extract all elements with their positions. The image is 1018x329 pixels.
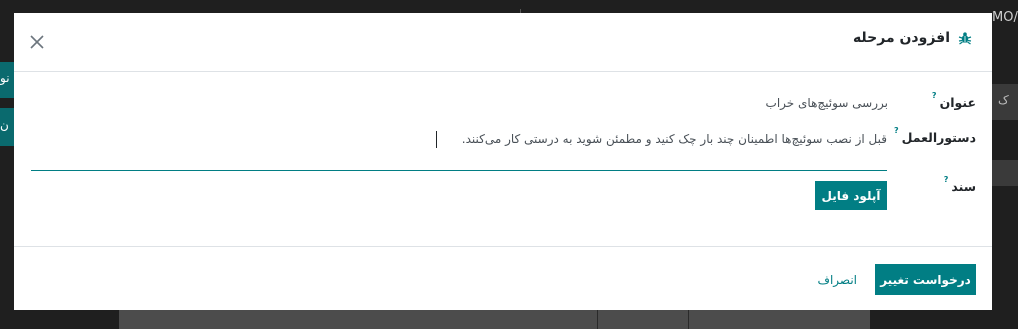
help-icon[interactable]: ? bbox=[932, 91, 937, 100]
help-icon[interactable]: ? bbox=[894, 126, 899, 135]
background-divider bbox=[597, 310, 598, 329]
close-icon[interactable] bbox=[28, 33, 46, 51]
help-icon[interactable]: ? bbox=[944, 175, 949, 184]
background-tab-label: نو bbox=[0, 71, 10, 85]
title-label-text: عنوان bbox=[939, 95, 976, 110]
instruction-label-text: دستورالعمل bbox=[901, 130, 976, 145]
dialog-header: افزودن مرحله bbox=[14, 13, 992, 72]
print-icon bbox=[992, 160, 1018, 186]
bug-icon bbox=[958, 31, 972, 45]
request-change-button[interactable]: درخواست تغییر bbox=[875, 264, 976, 295]
cancel-button[interactable]: انصراف bbox=[812, 264, 863, 295]
title-field-label: عنوان ? bbox=[932, 91, 976, 110]
document-field-label: سند ? bbox=[944, 175, 976, 194]
background-tab: ن bbox=[0, 108, 14, 146]
dialog-title-group: افزودن مرحله bbox=[853, 30, 972, 46]
add-step-dialog: افزودن مرحله عنوان ? بررسی سوئیچ‌های خرا… bbox=[14, 13, 992, 310]
dialog-title: افزودن مرحله bbox=[852, 30, 950, 46]
background-corner-text: MO/ bbox=[992, 10, 1018, 25]
background-document bbox=[119, 310, 870, 329]
background-tab: نو bbox=[0, 62, 14, 98]
document-label-text: سند bbox=[951, 179, 976, 194]
title-field-value[interactable]: بررسی سوئیچ‌های خراب bbox=[766, 96, 888, 110]
background-control-label: ک bbox=[998, 93, 1009, 107]
dialog-body: عنوان ? بررسی سوئیچ‌های خراب دستورالعمل … bbox=[14, 72, 992, 246]
background-divider bbox=[688, 310, 689, 329]
upload-file-button[interactable]: آپلود فایل bbox=[815, 181, 887, 210]
background-control: ک bbox=[992, 84, 1018, 120]
instruction-field-label: دستورالعمل ? bbox=[894, 126, 976, 145]
background-tab-label: ن bbox=[0, 118, 9, 132]
dialog-footer: درخواست تغییر انصراف bbox=[14, 246, 992, 311]
instruction-textarea[interactable]: قبل از نصب سوئیچ‌ها اطمینان چند بار چک ک… bbox=[31, 130, 887, 171]
instruction-text[interactable]: قبل از نصب سوئیچ‌ها اطمینان چند بار چک ک… bbox=[462, 132, 887, 146]
close-button[interactable] bbox=[28, 33, 46, 51]
text-caret bbox=[436, 131, 437, 148]
